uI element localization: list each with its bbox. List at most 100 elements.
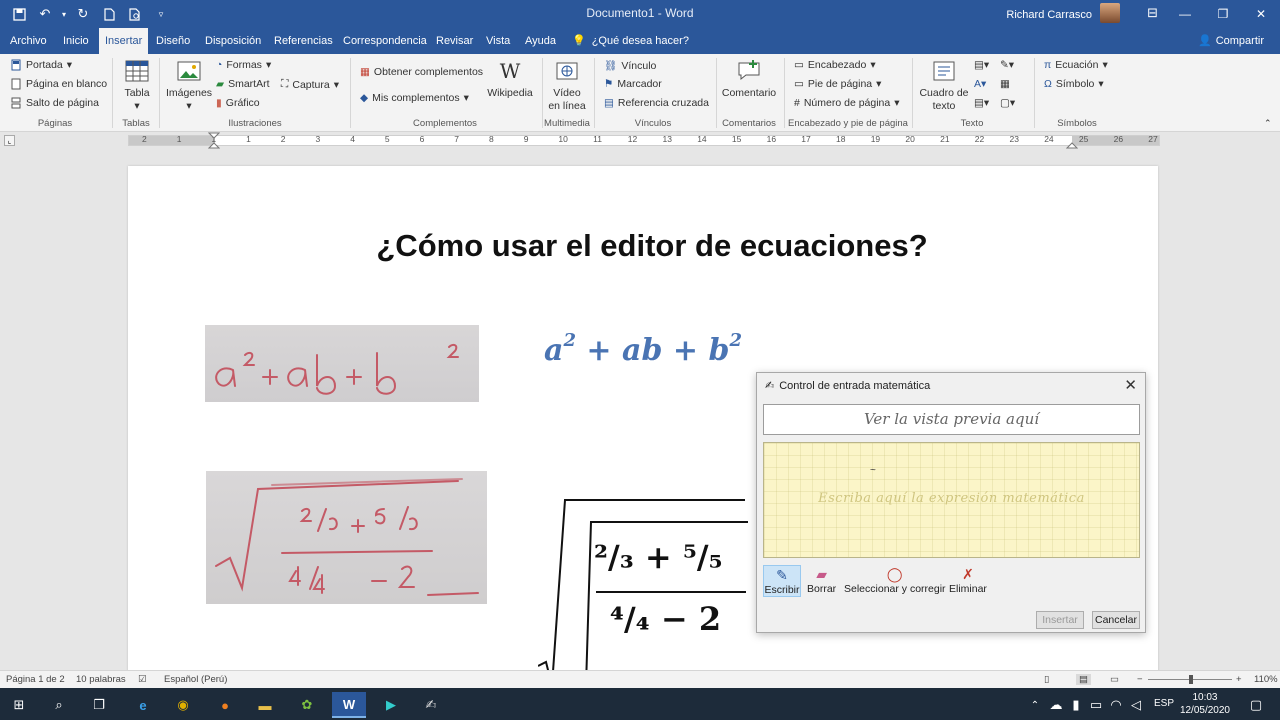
wifi-icon[interactable]: ◠ <box>1106 692 1126 718</box>
text-box-button[interactable]: Cuadro de texto <box>918 58 970 113</box>
signature-line-button[interactable]: ✎▾ <box>1000 59 1014 71</box>
equation-1[interactable]: a2 + ab + b2 <box>544 330 742 368</box>
page-number-button[interactable]: # Número de página ▾ <box>794 97 900 109</box>
user-account[interactable]: Richard Carrasco <box>1006 3 1120 23</box>
chrome-icon[interactable]: ◉ <box>166 692 200 718</box>
page-count[interactable]: Página 1 de 2 <box>6 674 65 685</box>
print-layout-icon[interactable]: ▤ <box>1076 674 1091 685</box>
usb-icon[interactable]: ▮ <box>1066 692 1086 718</box>
screenshot-button[interactable]: ⛶ Captura ▾ <box>281 78 339 91</box>
customize-qat-icon[interactable]: ▿ <box>150 4 172 24</box>
read-mode-icon[interactable]: ▯ <box>1044 674 1049 685</box>
tab-vista[interactable]: Vista <box>480 28 516 54</box>
proofing-icon[interactable]: ☑ <box>138 674 147 685</box>
zoom-in-icon[interactable]: + <box>1236 674 1242 685</box>
show-hidden-icons[interactable]: ⌃ <box>1026 692 1044 718</box>
erase-tool-button[interactable]: ▰ Borrar <box>807 565 836 596</box>
web-layout-icon[interactable]: ▭ <box>1110 674 1119 685</box>
minimize-icon[interactable]: — <box>1166 0 1204 28</box>
battery-icon[interactable]: ▭ <box>1086 692 1106 718</box>
table-button[interactable]: Tabla ▾ <box>122 58 152 113</box>
blank-page-button[interactable]: Página en blanco <box>10 78 107 90</box>
zoom-level[interactable]: 110% <box>1254 674 1278 685</box>
firefox-icon[interactable]: ● <box>208 692 242 718</box>
handwritten-image-1[interactable] <box>205 325 479 402</box>
cross-reference-button[interactable]: ▤ Referencia cruzada <box>604 97 709 109</box>
onedrive-icon[interactable]: ☁ <box>1046 692 1066 718</box>
select-correct-tool-button[interactable]: ◯ Seleccionar y corregir <box>844 565 946 596</box>
footer-button[interactable]: ▭ Pie de página ▾ <box>794 78 881 90</box>
header-button[interactable]: ▭ Encabezado ▾ <box>794 59 876 71</box>
portada-button[interactable]: Portada ▾ <box>10 59 72 71</box>
input-language[interactable]: ESP <box>1154 698 1174 709</box>
app-icon[interactable]: ✿ <box>290 692 324 718</box>
restore-icon[interactable]: ❐ <box>1204 0 1242 28</box>
word-count[interactable]: 10 palabras <box>76 674 126 685</box>
language-indicator[interactable]: Español (Perú) <box>164 674 227 685</box>
chart-button[interactable]: ▮ Gráfico <box>216 97 260 109</box>
notifications-icon[interactable]: ▢ <box>1244 692 1268 718</box>
dropcap-button[interactable]: ▤▾ <box>974 97 989 109</box>
close-icon[interactable]: ✕ <box>1124 376 1137 394</box>
wikipedia-button[interactable]: W Wikipedia <box>486 58 534 100</box>
zoom-out-icon[interactable]: − <box>1137 674 1143 685</box>
tab-insertar[interactable]: Insertar <box>99 28 149 54</box>
edge-icon[interactable]: e <box>126 692 160 718</box>
handwritten-image-2[interactable] <box>206 471 487 604</box>
clear-tool-button[interactable]: ✗ Eliminar <box>949 565 987 596</box>
system-clock[interactable]: 10:03 12/05/2020 <box>1180 691 1230 717</box>
tab-referencias[interactable]: Referencias <box>268 28 339 54</box>
equation-button[interactable]: π Ecuación ▾ <box>1044 59 1108 71</box>
math-writing-pad[interactable]: Escriba aquí la expresión matemática ~ <box>763 442 1140 558</box>
undo-dropdown-icon[interactable]: ▾ <box>60 4 68 24</box>
tab-diseno[interactable]: Diseño <box>150 28 196 54</box>
volume-icon[interactable]: ◁ <box>1126 692 1146 718</box>
link-button[interactable]: ⛓ Vínculo <box>604 59 656 73</box>
redo-icon[interactable]: ↻ <box>72 4 94 24</box>
tab-archivo[interactable]: Archivo <box>4 28 53 54</box>
task-view-icon[interactable]: ❐ <box>82 692 116 718</box>
tab-inicio[interactable]: Inicio <box>57 28 95 54</box>
new-document-icon[interactable] <box>98 4 120 24</box>
tell-me-search[interactable]: 💡 ¿Qué desea hacer? <box>572 28 689 54</box>
save-icon[interactable] <box>8 4 30 24</box>
wordart-button[interactable]: A▾ <box>974 78 986 90</box>
word-taskbar-icon[interactable]: W <box>332 692 366 718</box>
dialog-title-bar[interactable]: ✍ Control de entrada matemática <box>765 379 930 393</box>
collapse-ribbon-icon[interactable]: ⌃ <box>1264 118 1272 129</box>
cancel-button[interactable]: Cancelar <box>1092 611 1140 629</box>
date-time-button[interactable]: ▦ <box>1000 78 1010 90</box>
comment-button[interactable]: Comentario <box>722 58 776 100</box>
tab-selector[interactable]: ⌞ <box>4 135 15 146</box>
indent-marker[interactable] <box>208 132 220 149</box>
share-button[interactable]: 👤 Compartir <box>1198 34 1264 48</box>
tab-correspondencia[interactable]: Correspondencia <box>337 28 433 54</box>
equation-2[interactable]: ²/₃ + ⁵/₅ ⁴/₄ − 2 <box>538 496 748 670</box>
right-indent-marker[interactable] <box>1066 132 1078 149</box>
math-preview-box[interactable]: Ver la vista previa aquí <box>763 404 1140 435</box>
math-input-taskbar-icon[interactable]: ✍ <box>414 692 448 718</box>
my-addins-button[interactable]: ◆ Mis complementos ▾ <box>360 92 469 104</box>
symbol-button[interactable]: Ω Símbolo ▾ <box>1044 78 1104 90</box>
file-explorer-icon[interactable]: ▬ <box>248 692 282 718</box>
zoom-slider-thumb[interactable] <box>1189 675 1193 684</box>
tab-disposicion[interactable]: Disposición <box>199 28 267 54</box>
smartart-button[interactable]: ▰ SmartArt <box>216 78 270 90</box>
get-addins-button[interactable]: ▦ Obtener complementos <box>360 66 483 78</box>
quick-parts-button[interactable]: ▤▾ <box>974 59 989 71</box>
shapes-button[interactable]: ◔ Formas ▾ <box>216 59 271 71</box>
tab-revisar[interactable]: Revisar <box>430 28 479 54</box>
ribbon-display-options-icon[interactable]: ⊟ <box>1147 5 1158 21</box>
images-button[interactable]: Imágenes ▾ <box>166 58 212 113</box>
write-tool-button[interactable]: ✎ Escribir <box>763 565 801 597</box>
tab-ayuda[interactable]: Ayuda <box>519 28 562 54</box>
page-break-button[interactable]: Salto de página <box>10 97 99 109</box>
search-icon[interactable]: ⌕ <box>42 692 76 718</box>
print-preview-icon[interactable] <box>124 4 146 24</box>
online-video-button[interactable]: Vídeo en línea <box>548 58 586 113</box>
close-icon[interactable]: ✕ <box>1242 0 1280 28</box>
object-button[interactable]: ▢▾ <box>1000 97 1015 109</box>
bookmark-button[interactable]: ⚑ Marcador <box>604 78 662 90</box>
insert-button[interactable]: Insertar <box>1036 611 1084 629</box>
windows-start-icon[interactable]: ⊞ <box>2 692 36 718</box>
